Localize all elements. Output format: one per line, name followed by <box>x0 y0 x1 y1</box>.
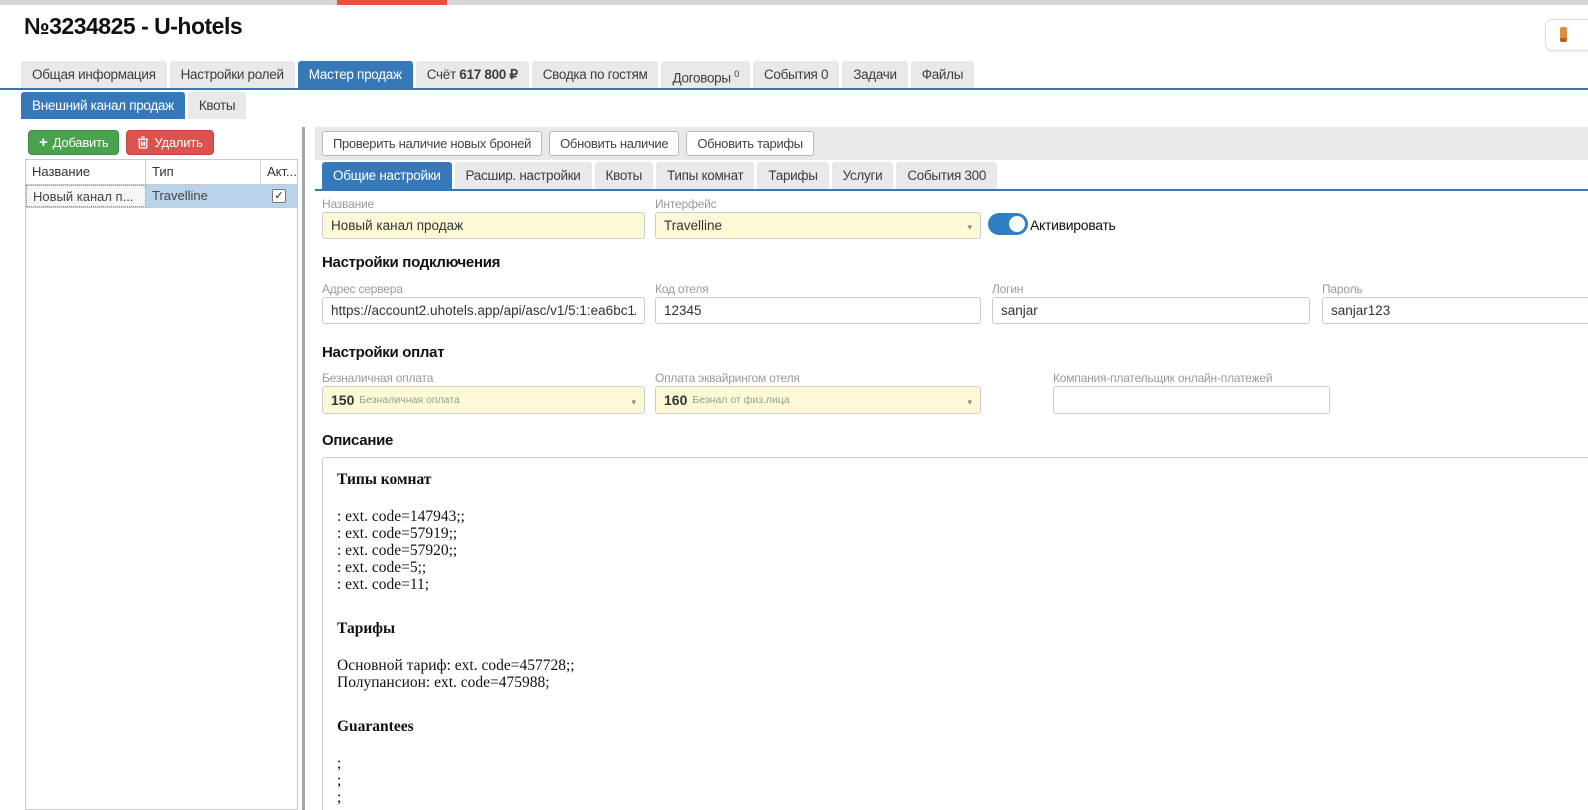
online-payer-label: Компания-плательщик онлайн-платежей <box>1053 371 1272 385</box>
main-tab-underline <box>0 88 1588 90</box>
table-row[interactable]: Новый канал п... Travelline ✓ <box>26 185 297 208</box>
description-editor[interactable]: Типы комнат : ext. code=147943;; : ext. … <box>322 457 1588 810</box>
tab-room-types[interactable]: Типы комнат <box>656 162 754 189</box>
server-address-label: Адрес сервера <box>322 282 403 296</box>
toggle-knob <box>1007 214 1027 234</box>
update-availability-button[interactable]: Обновить наличие <box>549 131 679 156</box>
description-line: : ext. code=11; <box>337 576 1587 593</box>
settings-tab-underline <box>315 189 1588 191</box>
delete-channel-button[interactable]: Удалить <box>126 130 213 155</box>
hotel-code-input[interactable] <box>655 297 981 324</box>
active-checkbox[interactable]: ✓ <box>272 189 286 203</box>
connection-section-title: Настройки подключения <box>322 254 500 271</box>
corner-action-button[interactable] <box>1545 19 1588 51</box>
loading-bar <box>337 0 447 5</box>
payments-section-title: Настройки оплат <box>322 344 444 361</box>
tab-advanced-settings[interactable]: Расшир. настройки <box>455 162 592 189</box>
interface-select[interactable]: Travelline ▾ <box>655 212 981 239</box>
chevron-down-icon: ▾ <box>967 222 972 233</box>
tab-tasks[interactable]: Задачи <box>842 61 908 88</box>
tab-invoice[interactable]: Счёт 617 800 ₽ <box>416 61 529 88</box>
description-line: : ext. code=5;; <box>337 559 1587 576</box>
name-field-label: Название <box>322 197 374 211</box>
browser-top-strip <box>0 0 1588 5</box>
acquiring-payment-label: Оплата эквайрингом отеля <box>655 371 800 385</box>
chevron-down-icon: ▾ <box>631 397 636 408</box>
description-line: Основной тариф: ext. code=457728;; <box>337 657 1587 674</box>
settings-tab-bar: Общие настройки Расшир. настройки Квоты … <box>322 162 997 189</box>
tab-quotas[interactable]: Квоты <box>188 92 246 119</box>
invoice-amount: 617 800 ₽ <box>459 67 517 82</box>
contracts-count-badge: 0 <box>734 69 739 79</box>
tab-files[interactable]: Файлы <box>911 61 974 88</box>
description-line: Полупансион: ext. code=475988; <box>337 674 1587 691</box>
activate-toggle[interactable] <box>988 213 1028 235</box>
cashless-payment-select[interactable]: 150 Безналичная оплата ▾ <box>322 386 645 414</box>
column-header-name[interactable]: Название <box>26 160 146 184</box>
hotel-code-label: Код отеля <box>655 282 708 296</box>
login-input[interactable] <box>992 297 1310 324</box>
channel-name-input[interactable] <box>322 212 645 239</box>
tab-events[interactable]: События 0 <box>753 61 839 88</box>
update-rates-button[interactable]: Обновить тарифы <box>686 131 814 156</box>
chevron-down-icon: ▾ <box>967 397 972 408</box>
acquiring-payment-select[interactable]: 160 Безнал от физ.лица ▾ <box>655 386 981 414</box>
activate-toggle-label[interactable]: Активировать <box>1030 217 1116 233</box>
add-channel-button[interactable]: + Добавить <box>28 130 119 155</box>
row-cell-name[interactable]: Новый канал п... <box>26 185 146 207</box>
description-line: : ext. code=57919;; <box>337 525 1587 542</box>
description-line: ; <box>337 789 1587 806</box>
channel-toolbar: Проверить наличие новых броней Обновить … <box>315 127 1588 160</box>
tab-rates[interactable]: Тарифы <box>757 162 828 189</box>
interface-field-label: Интерфейс <box>655 197 716 211</box>
tab-sales-master[interactable]: Мастер продаж <box>298 61 413 88</box>
tab-external-sales-channel[interactable]: Внешний канал продаж <box>21 92 185 119</box>
password-label: Пароль <box>1322 282 1362 296</box>
column-header-type[interactable]: Тип <box>146 160 261 184</box>
description-line: ; <box>337 755 1587 772</box>
corner-button-icon <box>1560 27 1567 42</box>
description-line: ; <box>337 772 1587 789</box>
tab-general-info[interactable]: Общая информация <box>21 61 167 88</box>
channels-table-header: Название Тип Акт... <box>26 160 297 185</box>
description-line: : ext. code=57920;; <box>337 542 1587 559</box>
check-new-bookings-button[interactable]: Проверить наличие новых броней <box>322 131 542 156</box>
description-line: : ext. code=147943;; <box>337 508 1587 525</box>
server-address-input[interactable] <box>322 297 645 324</box>
sub-tab-bar: Внешний канал продаж Квоты <box>21 92 246 119</box>
password-input[interactable] <box>1322 297 1588 324</box>
description-heading-room-types: Типы комнат <box>337 471 1587 489</box>
plus-icon: + <box>39 135 48 150</box>
panel-splitter[interactable] <box>302 127 305 810</box>
online-payer-input[interactable] <box>1053 386 1330 414</box>
cashless-payment-label: Безналичная оплата <box>322 371 433 385</box>
trash-icon <box>137 136 149 149</box>
app-window: №3234825 - U-hotels Общая информация Нас… <box>0 0 1588 810</box>
description-heading-guarantees: Guarantees <box>337 718 1587 736</box>
channel-list-actions: + Добавить Удалить <box>28 130 214 155</box>
tab-role-settings[interactable]: Настройки ролей <box>170 61 295 88</box>
login-label: Логин <box>992 282 1023 296</box>
channels-table: Название Тип Акт... Новый канал п... Tra… <box>25 159 298 810</box>
description-section-title: Описание <box>322 432 393 449</box>
description-heading-rates: Тарифы <box>337 620 1587 638</box>
tab-settings-quotas[interactable]: Квоты <box>595 162 653 189</box>
check-icon: ✓ <box>274 190 283 202</box>
tab-general-settings[interactable]: Общие настройки <box>322 162 452 189</box>
tab-guest-summary[interactable]: Сводка по гостям <box>532 61 659 88</box>
main-tab-bar: Общая информация Настройки ролей Мастер … <box>21 61 974 88</box>
page-title: №3234825 - U-hotels <box>24 13 242 40</box>
tab-events-300[interactable]: События 300 <box>896 162 997 189</box>
tab-contracts[interactable]: Договоры 0 <box>661 61 749 88</box>
tab-services[interactable]: Услуги <box>832 162 894 189</box>
column-header-active[interactable]: Акт... <box>261 160 297 184</box>
row-cell-type[interactable]: Travelline <box>146 185 261 207</box>
row-cell-active: ✓ <box>261 185 297 207</box>
